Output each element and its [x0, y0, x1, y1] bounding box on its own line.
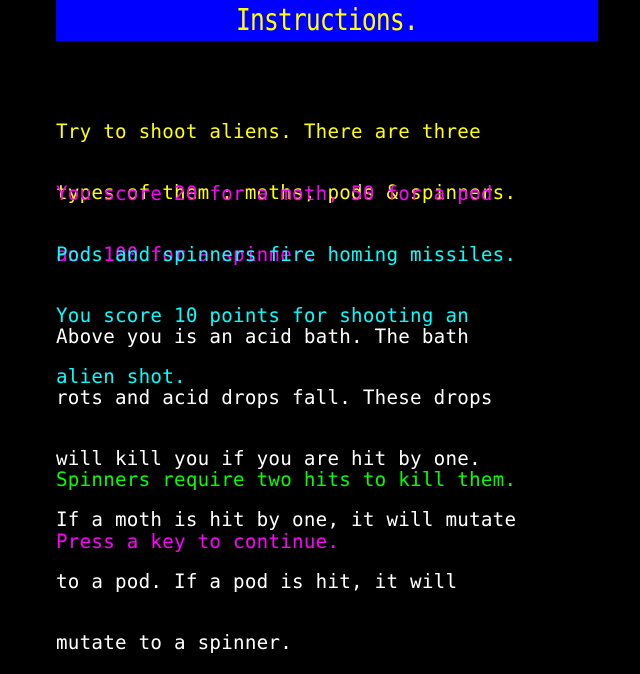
text-line: to a pod. If a pod is hit, it will — [56, 569, 458, 593]
page-title: Instructions. — [236, 3, 419, 38]
text-line: Spinners require two hits to kill them. — [56, 467, 517, 491]
press-key-prompt[interactable]: Press a key to continue. — [56, 531, 339, 552]
continue-prompt[interactable]: Press a key to continue. — [56, 491, 339, 573]
title-banner: Instructions. — [56, 0, 598, 41]
text-line: rots and acid drops fall. These drops — [56, 386, 493, 410]
text-line: mutate to a spinner. — [56, 630, 293, 654]
text-line: You score 20 for a moth, 50 for a pod — [56, 181, 493, 205]
text-line: Try to shoot aliens. There are three — [56, 119, 481, 143]
text-line: Pods and spinners fire homing missiles. — [56, 242, 517, 266]
text-line: Above you is an acid bath. The bath — [56, 324, 470, 348]
